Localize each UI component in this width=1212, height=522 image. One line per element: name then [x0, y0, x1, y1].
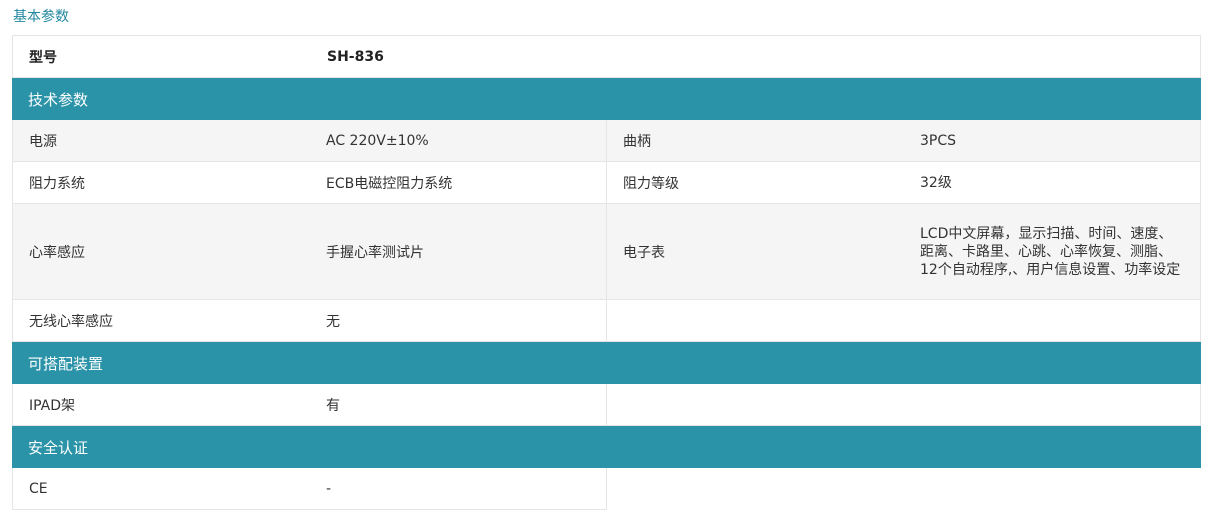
table-row: CE - [12, 468, 1201, 510]
table-row: IPAD架 有 [12, 384, 1201, 426]
table-row: 电源 AC 220V±10% 曲柄 3PCS [12, 120, 1201, 162]
param-value: LCD中文屏幕，显示扫描、时间、速度、距离、卡路里、心跳、心率恢复、测脂、12个… [904, 204, 1201, 299]
param-key: 电源 [12, 120, 310, 161]
param-key: 阻力系统 [12, 162, 310, 203]
param-value: 有 [310, 384, 607, 425]
param-key: 电子表 [623, 244, 665, 261]
param-value: ECB电磁控阻力系统 [310, 162, 607, 203]
param-key: IPAD架 [12, 384, 310, 425]
table-row: 阻力系统 ECB电磁控阻力系统 阻力等级 32级 [12, 162, 1201, 204]
param-value: 3PCS [904, 120, 1201, 161]
param-value: 手握心率测试片 [310, 204, 607, 299]
section-header-certification: 安全认证 [12, 426, 1201, 468]
param-key-empty [607, 384, 904, 425]
table-row: 无线心率感应 无 [12, 300, 1201, 342]
param-key: CE [12, 468, 310, 510]
param-key: 无线心率感应 [12, 300, 310, 341]
page-title: 基本参数 [13, 9, 69, 25]
param-key [607, 300, 904, 341]
section-header-accessories: 可搭配装置 [12, 342, 1201, 384]
param-value: 32级 [904, 162, 1201, 203]
spec-table: 型号 SH-836 技术参数 电源 AC 220V±10% 曲柄 3PCS 阻力… [12, 35, 1201, 510]
model-row: 型号 SH-836 [12, 36, 1201, 78]
model-label: 型号 [29, 49, 57, 66]
param-key: 阻力等级 [623, 175, 679, 192]
model-value: SH-836 [327, 48, 384, 65]
param-value [904, 300, 1201, 341]
section-header-tech: 技术参数 [12, 78, 1201, 120]
param-value-empty [904, 384, 1201, 425]
param-key: 心率感应 [12, 204, 310, 299]
table-row: 心率感应 手握心率测试片 电子表 LCD中文屏幕，显示扫描、时间、速度、距离、卡… [12, 204, 1201, 300]
param-value: AC 220V±10% [310, 120, 607, 161]
param-value: 无 [310, 300, 607, 341]
param-key: 曲柄 [623, 133, 651, 150]
param-value: - [310, 468, 607, 510]
